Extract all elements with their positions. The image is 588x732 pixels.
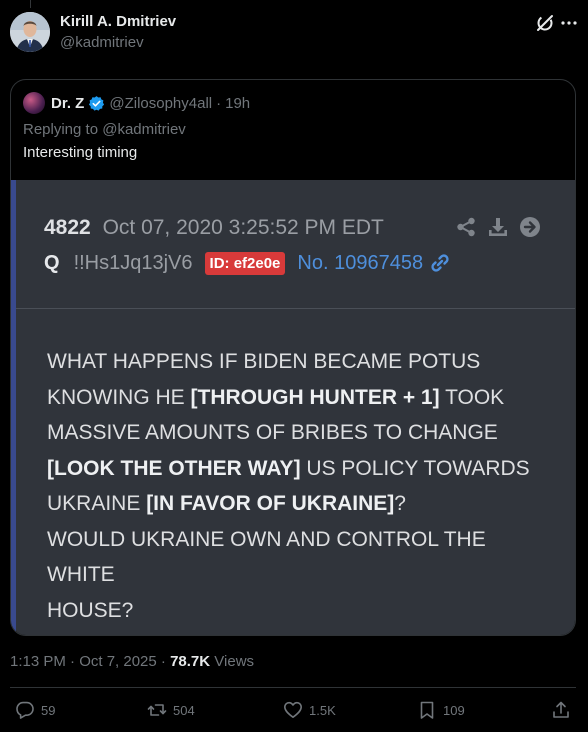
- reply-button[interactable]: 59: [15, 700, 55, 720]
- like-icon: [284, 701, 302, 718]
- like-count: 1.5K: [309, 702, 336, 718]
- author-name[interactable]: Kirill A. Dmitriev: [60, 13, 176, 30]
- post-header: Kirill A. Dmitriev @kadmitriev: [10, 12, 578, 56]
- quoted-author-handle[interactable]: @Zilosophy4all: [109, 95, 212, 112]
- body-line: Q: [47, 628, 557, 635]
- body-text: ?: [394, 492, 406, 515]
- share-post-button[interactable]: [551, 700, 571, 720]
- action-bar: 59 504 1.5K 109: [0, 700, 588, 726]
- share-icon: [457, 217, 475, 237]
- quoted-separator: ·: [216, 94, 222, 112]
- download-icon: [489, 218, 507, 236]
- body-text: UKRAINE: [47, 492, 147, 515]
- body-line: WHAT HAPPENS IF BIDEN BECAME POTUS: [47, 350, 481, 373]
- repost-count: 504: [173, 702, 195, 718]
- repost-button[interactable]: 504: [147, 700, 195, 720]
- author-avatar[interactable]: [10, 12, 50, 52]
- grok-icon[interactable]: [534, 12, 556, 34]
- views-label: Views: [214, 653, 255, 670]
- share-post-icon: [553, 701, 569, 718]
- quoted-post-header: Dr. Z @Zilosophy4all · 19h: [23, 92, 250, 114]
- body-line: MASSIVE AMOUNTS OF BRIBES TO CHANGE: [47, 421, 498, 444]
- thread-connector-line: [30, 0, 31, 8]
- image-post-body: WHAT HAPPENS IF BIDEN BECAME POTUS KNOWI…: [47, 344, 557, 635]
- views-count: 78.7K: [170, 653, 211, 670]
- image-poster-row: Q !!Hs1Jq13jV6 ID: ef2e0e No. 10967458: [44, 249, 451, 277]
- post-timestamp[interactable]: 1:13 PM · Oct 7, 2025 ·: [10, 653, 166, 670]
- replying-to: Replying to @kadmitriev: [23, 121, 186, 138]
- more-icon[interactable]: [560, 14, 578, 32]
- body-bold-text: [THROUGH HUNTER + 1]: [190, 385, 440, 409]
- quoted-post-text: Interesting timing: [23, 144, 138, 161]
- image-tripcode: !!Hs1Jq13jV6: [73, 251, 193, 274]
- body-text: US POLICY TOWARDS: [300, 456, 530, 480]
- bookmark-icon: [420, 701, 434, 719]
- arrow-right-icon: [520, 217, 540, 237]
- repost-icon: [147, 704, 167, 716]
- image-post-no: No. 10967458: [297, 251, 424, 274]
- bookmark-button[interactable]: 109: [417, 700, 465, 720]
- reply-count: 59: [41, 702, 56, 718]
- body-text: TOOK: [439, 385, 505, 409]
- post-meta: 1:13 PM · Oct 7, 2025 · 78.7K Views: [10, 653, 254, 670]
- like-button[interactable]: 1.5K: [283, 700, 336, 720]
- quoted-author-avatar: [23, 92, 45, 114]
- body-line: [LOOK THE OTHER WAY] US POLICY TOWARDS: [47, 451, 557, 487]
- author-handle[interactable]: @kadmitriev: [60, 34, 144, 51]
- quoted-post-image[interactable]: 4822 Oct 07, 2020 3:25:52 PM EDT Q !!Hs1…: [11, 180, 575, 635]
- image-post-date: Oct 07, 2020 3:25:52 PM EDT: [102, 216, 384, 239]
- quoted-author-name[interactable]: Dr. Z: [51, 95, 84, 112]
- meta-divider: [10, 687, 576, 688]
- body-bold-text: [IN FAVOR OF UKRAINE]: [146, 492, 395, 515]
- image-icon-group: [455, 216, 541, 238]
- link-icon: [431, 254, 449, 272]
- reply-icon: [16, 701, 34, 719]
- image-poster-name: Q: [44, 251, 60, 274]
- image-divider: [16, 308, 575, 309]
- image-accent-bar: [11, 180, 16, 635]
- bookmark-count: 109: [443, 702, 465, 718]
- image-id-badge: ID: ef2e0e: [204, 251, 286, 275]
- body-line: UKRAINE [IN FAVOR OF UKRAINE]?: [47, 486, 557, 522]
- verified-badge-icon: [89, 95, 105, 111]
- body-line: KNOWING HE [THROUGH HUNTER + 1] TOOK: [47, 380, 557, 416]
- body-text: KNOWING HE: [47, 385, 191, 409]
- image-post-number: 4822: [44, 216, 91, 239]
- body-bold-text: [LOOK THE OTHER WAY]: [47, 456, 301, 480]
- body-line: WOULD UKRAINE OWN AND CONTROL THE WHITE: [47, 527, 486, 587]
- image-post-header: 4822 Oct 07, 2020 3:25:52 PM EDT: [44, 216, 384, 240]
- quoted-post-card[interactable]: Dr. Z @Zilosophy4all · 19h Replying to @…: [10, 79, 576, 636]
- quoted-time[interactable]: 19h: [225, 95, 250, 112]
- body-line: HOUSE?: [47, 598, 134, 622]
